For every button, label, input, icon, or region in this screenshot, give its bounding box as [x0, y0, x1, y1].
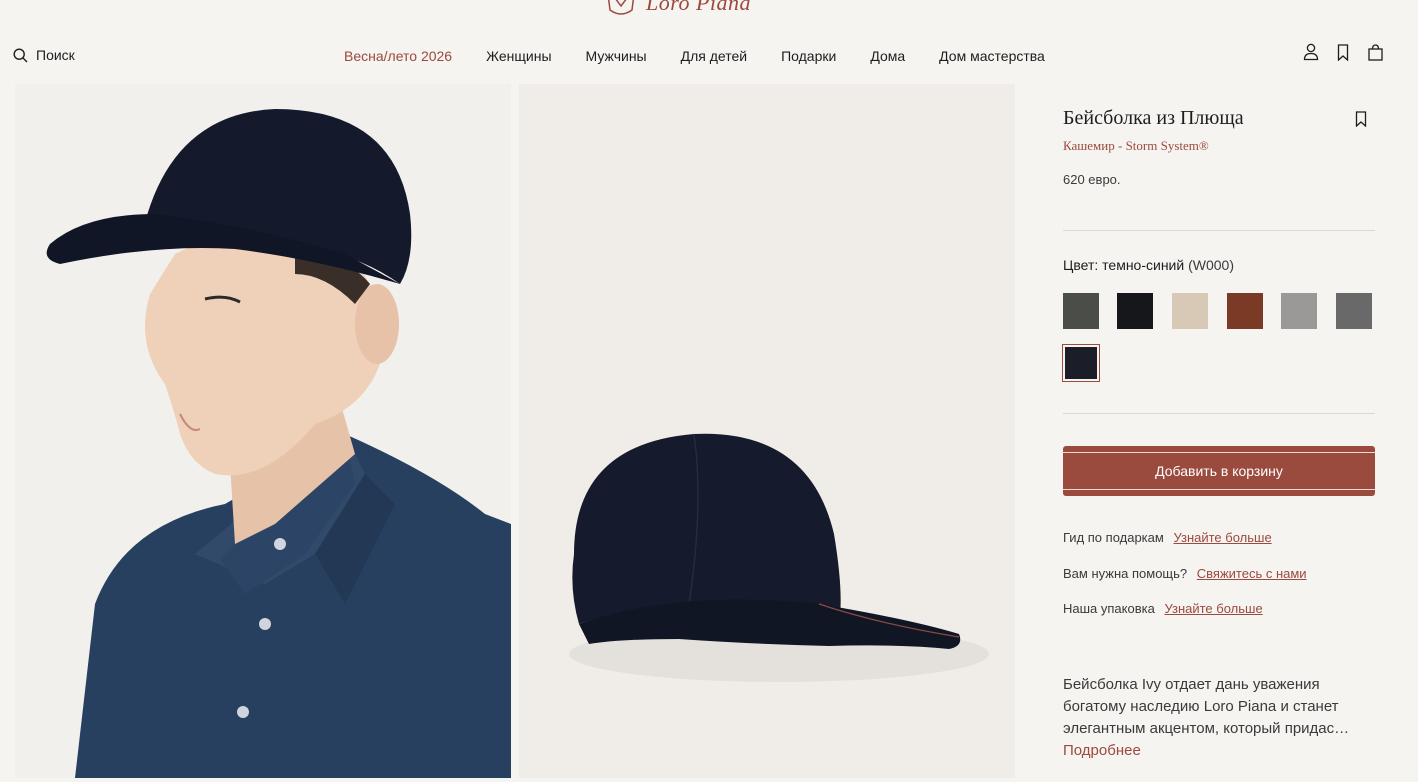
product-description: Бейсболка Ivy отдает дань уважения богат… — [1063, 674, 1369, 762]
product-material: Кашемир - Storm System® — [1063, 138, 1209, 153]
read-more-link[interactable]: Подробнее — [1063, 740, 1369, 762]
main-nav: Весна/лето 2026 Женщины Мужчины Для дете… — [327, 46, 1062, 66]
nav-item-women[interactable]: Женщины — [469, 46, 568, 66]
color-name: Цвет: темно-синий — [1063, 257, 1185, 273]
color-swatch[interactable] — [1063, 293, 1099, 329]
packaging-row: Наша упаковка Узнайте больше — [1063, 601, 1263, 616]
nav-item-house-of-craft[interactable]: Дом мастерства — [922, 46, 1062, 66]
color-label: Цвет: темно-синий (W000) — [1063, 257, 1234, 273]
search-button[interactable]: Поиск — [13, 47, 75, 63]
color-swatch[interactable] — [1281, 293, 1317, 329]
brand-logo[interactable]: Loro Piana — [604, 0, 784, 20]
nav-item-spring-summer[interactable]: Весна/лето 2026 — [327, 46, 469, 66]
product-title: Бейсболка из Плюща — [1063, 107, 1244, 129]
nav-item-kids[interactable]: Для детей — [664, 46, 764, 66]
nav-item-home[interactable]: Дома — [853, 46, 922, 66]
color-swatch-selected[interactable] — [1062, 344, 1100, 382]
product-price: 620 евро. — [1063, 172, 1121, 187]
add-to-cart-button[interactable]: Добавить в корзину — [1063, 446, 1375, 496]
nav-item-men[interactable]: Мужчины — [569, 46, 664, 66]
description-text: Бейсболка Ivy отдает дань уважения богат… — [1063, 676, 1350, 737]
nav-item-gifts[interactable]: Подарки — [764, 46, 853, 66]
gift-guide-link[interactable]: Узнайте больше — [1173, 530, 1271, 545]
color-swatch[interactable] — [1117, 293, 1153, 329]
color-code: (W000) — [1188, 257, 1234, 273]
color-swatch[interactable] — [1172, 293, 1208, 329]
divider — [1063, 413, 1375, 414]
wishlist-bookmark-icon[interactable] — [1355, 111, 1369, 129]
bookmark-icon[interactable] — [1334, 42, 1352, 62]
brand-logo-text: Loro Piana — [646, 0, 752, 15]
help-text: Вам нужна помощь? — [1063, 566, 1188, 581]
color-swatch[interactable] — [1227, 293, 1263, 329]
packaging-link[interactable]: Узнайте больше — [1164, 601, 1262, 616]
help-row: Вам нужна помощь? Свяжитесь с нами — [1063, 566, 1307, 581]
product-image-cap[interactable] — [519, 84, 1015, 778]
gift-guide-row: Гид по подаркам Узнайте больше — [1063, 530, 1272, 545]
packaging-text: Наша упаковка — [1063, 601, 1155, 616]
header-actions — [1302, 42, 1384, 62]
product-image-model[interactable] — [15, 84, 511, 778]
user-icon[interactable] — [1302, 42, 1320, 62]
color-swatch[interactable] — [1336, 293, 1372, 329]
search-label: Поиск — [36, 47, 75, 63]
bag-icon[interactable] — [1366, 42, 1384, 62]
gift-guide-text: Гид по подаркам — [1063, 530, 1164, 545]
crest-icon — [607, 0, 635, 15]
divider — [1063, 230, 1375, 231]
contact-us-link[interactable]: Свяжитесь с нами — [1197, 566, 1307, 581]
search-icon — [13, 47, 28, 62]
